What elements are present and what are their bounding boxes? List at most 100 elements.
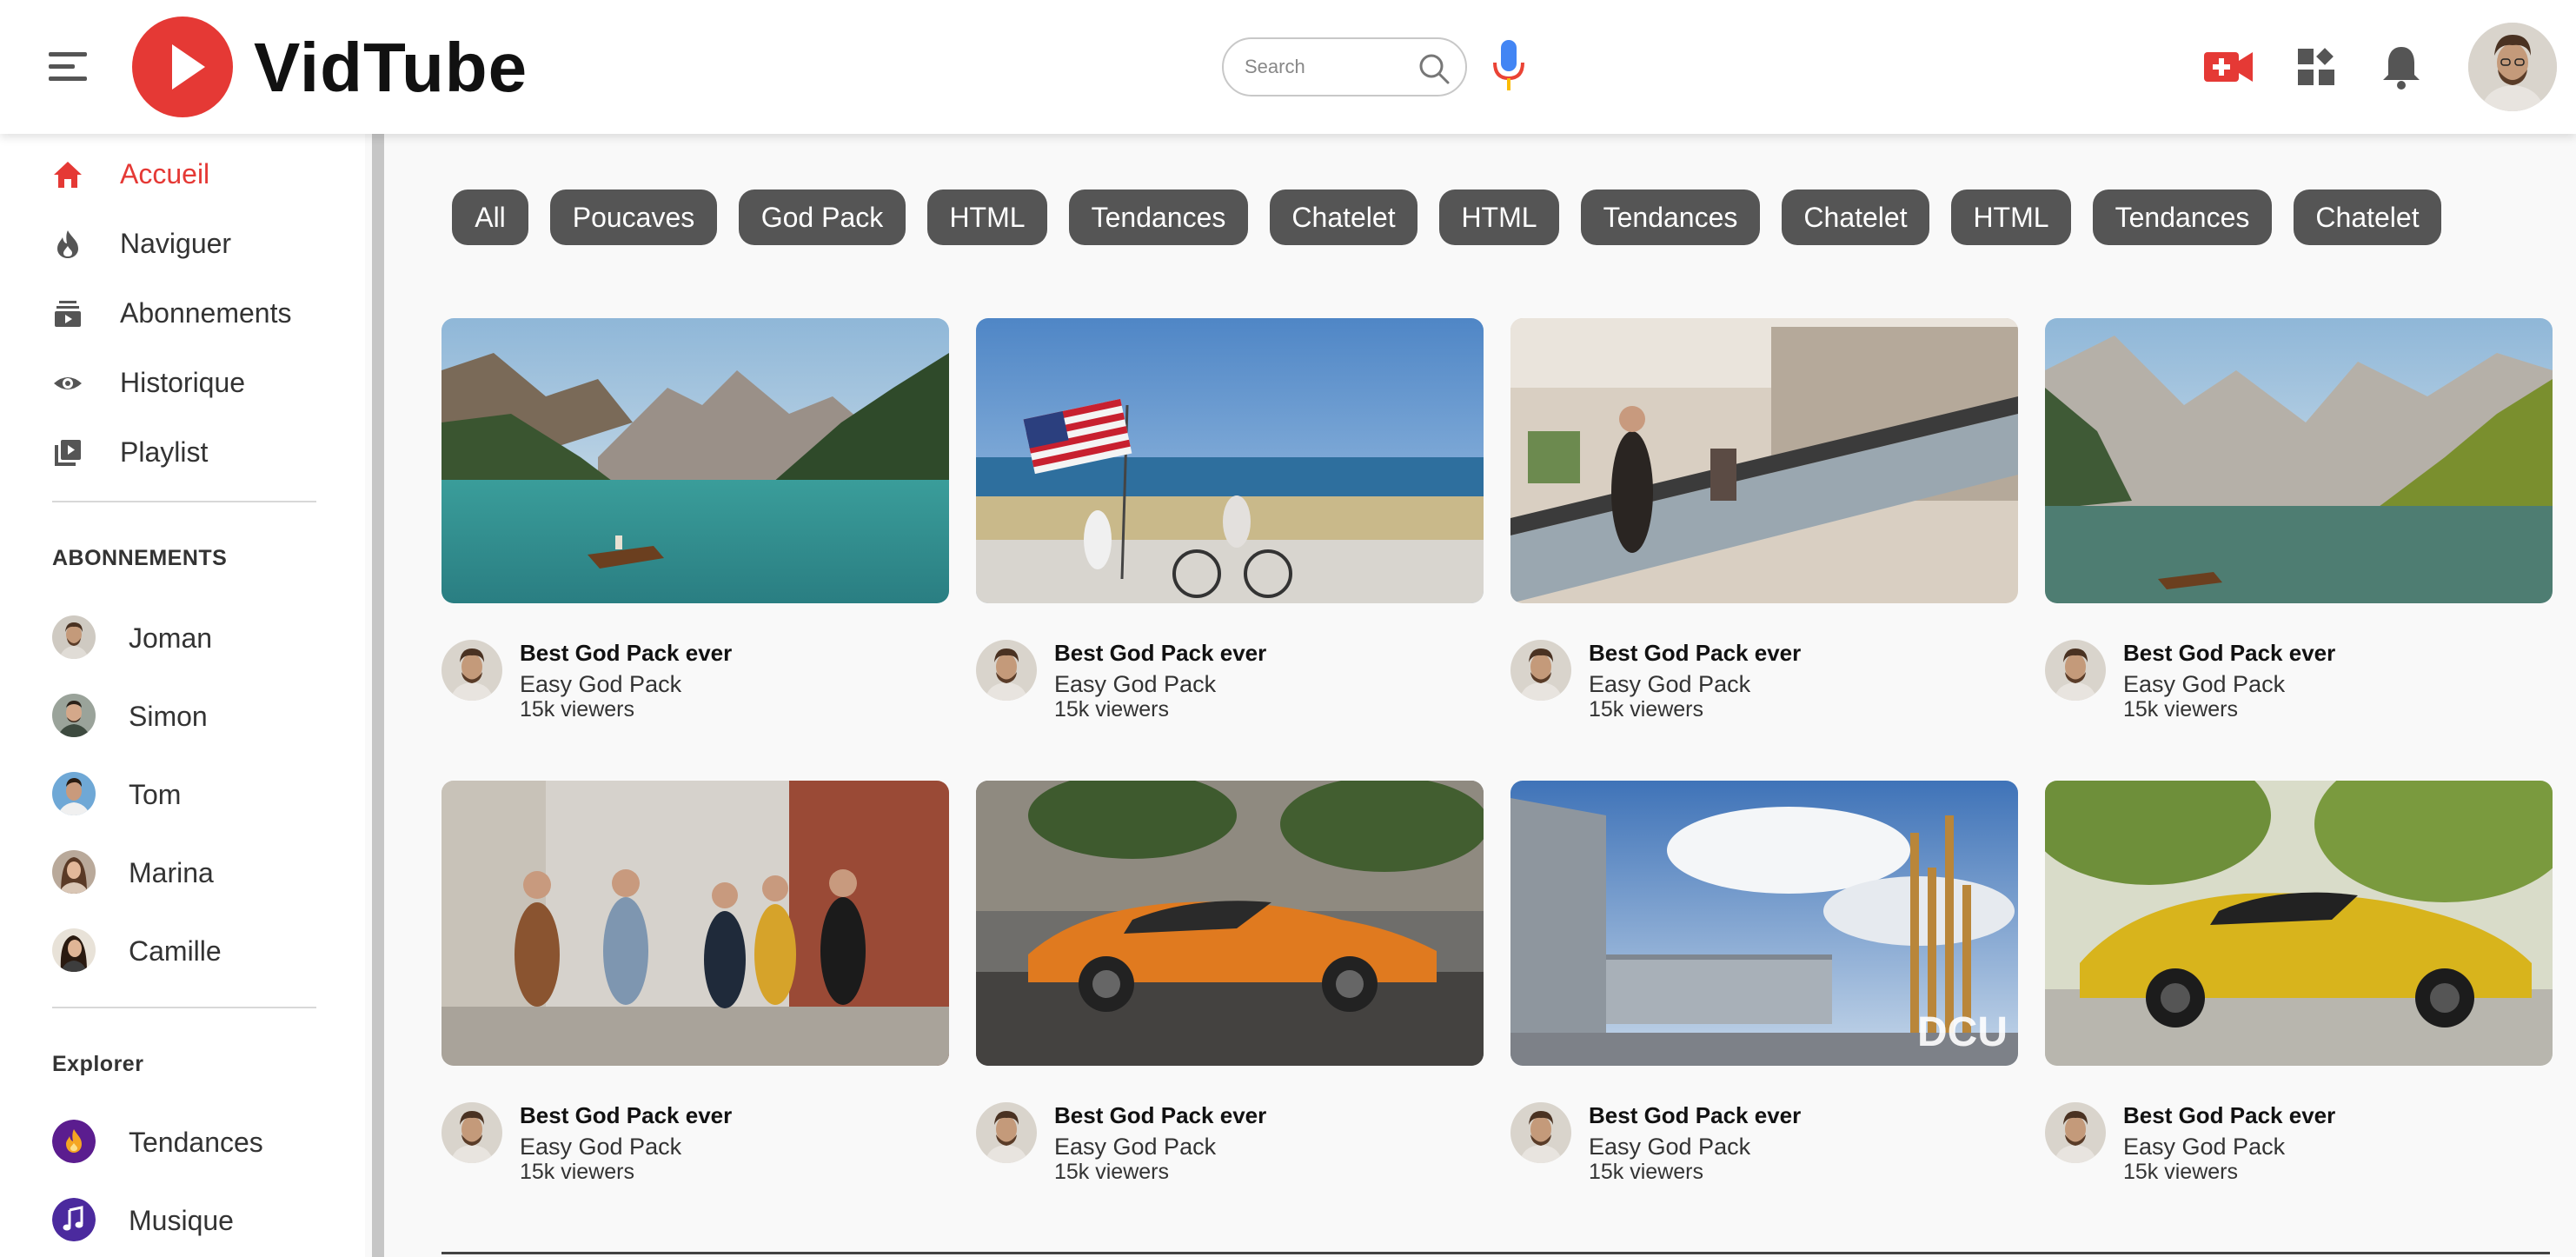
video-channel[interactable]: Easy God Pack [1054, 1134, 1216, 1161]
channel-avatar[interactable] [2045, 1102, 2106, 1163]
video-card[interactable]: DCU Best God Pack ever Easy God Pack 15k… [1510, 781, 2018, 1215]
sidebar-scrollbar[interactable] [372, 134, 384, 1257]
trending-icon [52, 1120, 96, 1163]
channel-avatar [52, 928, 96, 972]
subscriptions-section-title: ABONNEMENTS [52, 546, 228, 570]
video-card[interactable]: Best God Pack ever Easy God Pack 15k vie… [976, 318, 1484, 753]
explore-item-label: Tendances [129, 1127, 263, 1158]
search-icon[interactable] [1417, 51, 1451, 86]
channel-avatar[interactable] [976, 640, 1037, 701]
chip-tendances[interactable]: Tendances [2093, 190, 2272, 245]
video-thumbnail[interactable] [1510, 318, 2018, 603]
subscription-item-joman[interactable]: Joman [0, 603, 365, 673]
sidebar-item-label: Accueil [120, 158, 210, 190]
create-video-icon[interactable] [2204, 49, 2253, 85]
channel-avatar [52, 850, 96, 894]
user-avatar[interactable] [2468, 23, 2557, 111]
video-thumbnail[interactable] [442, 781, 949, 1066]
channel-avatar [52, 615, 96, 659]
video-views: 15k viewers [1589, 1160, 1703, 1184]
channel-avatar[interactable] [1510, 1102, 1571, 1163]
video-title[interactable]: Best God Pack ever [2123, 640, 2335, 667]
video-thumbnail[interactable] [2045, 781, 2553, 1066]
sidebar-item-label: Playlist [120, 436, 209, 468]
video-channel[interactable]: Easy God Pack [1589, 1134, 1750, 1161]
video-channel[interactable]: Easy God Pack [1054, 671, 1216, 698]
sidebar-divider [52, 501, 316, 502]
chip-god-pack[interactable]: God Pack [739, 190, 906, 245]
channel-avatar[interactable] [2045, 640, 2106, 701]
apps-icon[interactable] [2296, 47, 2336, 87]
video-thumbnail[interactable] [442, 318, 949, 603]
explore-section-title: Explorer [52, 1052, 144, 1076]
video-title[interactable]: Best God Pack ever [520, 640, 732, 667]
home-icon [54, 162, 82, 188]
mic-icon[interactable] [1490, 38, 1528, 94]
search-input[interactable] [1245, 51, 1418, 83]
chip-chatelet[interactable]: Chatelet [1782, 190, 1929, 245]
subscription-name: Camille [129, 935, 222, 967]
sidebar-item-accueil[interactable]: Accueil [0, 143, 365, 203]
search-box [1222, 37, 1467, 96]
chip-chatelet[interactable]: Chatelet [2294, 190, 2441, 245]
subscription-item-tom[interactable]: Tom [0, 760, 365, 829]
video-card[interactable]: Best God Pack ever Easy God Pack 15k vie… [442, 318, 949, 753]
video-card[interactable]: Best God Pack ever Easy God Pack 15k vie… [442, 781, 949, 1215]
video-title[interactable]: Best God Pack ever [1589, 1102, 1801, 1129]
chip-all[interactable]: All [452, 190, 528, 245]
app-logo-text[interactable]: VidTube [254, 26, 528, 110]
video-card[interactable]: Best God Pack ever Easy God Pack 15k vie… [1510, 318, 2018, 753]
chip-tendances[interactable]: Tendances [1069, 190, 1248, 245]
video-channel[interactable]: Easy God Pack [520, 1134, 681, 1161]
video-title[interactable]: Best God Pack ever [1054, 640, 1266, 667]
chip-html[interactable]: HTML [1439, 190, 1559, 245]
sidebar-item-tendances[interactable]: Tendances [0, 1107, 365, 1177]
channel-avatar[interactable] [1510, 640, 1571, 701]
video-title[interactable]: Best God Pack ever [520, 1102, 732, 1129]
sidebar-item-musique[interactable]: Musique [0, 1186, 365, 1255]
chip-html[interactable]: HTML [927, 190, 1047, 245]
subscriptions-icon [55, 301, 81, 327]
video-thumbnail[interactable] [976, 318, 1484, 603]
video-card[interactable]: Best God Pack ever Easy God Pack 15k vie… [2045, 781, 2553, 1215]
sidebar-item-historique[interactable]: Historique [0, 351, 365, 412]
video-channel[interactable]: Easy God Pack [520, 671, 681, 698]
sidebar-item-naviguer[interactable]: Naviguer [0, 212, 365, 273]
subscription-item-camille[interactable]: Camille [0, 916, 365, 986]
channel-avatar[interactable] [442, 1102, 502, 1163]
video-title[interactable]: Best God Pack ever [1054, 1102, 1266, 1129]
video-channel[interactable]: Easy God Pack [1589, 671, 1750, 698]
video-channel[interactable]: Easy God Pack [2123, 671, 2285, 698]
chip-html[interactable]: HTML [1951, 190, 2071, 245]
sidebar-item-label: Naviguer [120, 228, 232, 259]
dcu-watermark: DCU [1917, 1009, 2008, 1055]
menu-icon[interactable] [49, 49, 90, 83]
sidebar-item-abonnements[interactable]: Abonnements [0, 282, 365, 343]
eye-icon [54, 377, 82, 389]
video-title[interactable]: Best God Pack ever [1589, 640, 1801, 667]
video-card[interactable]: Best God Pack ever Easy God Pack 15k vie… [976, 781, 1484, 1215]
video-thumbnail[interactable] [976, 781, 1484, 1066]
logo-play-icon[interactable] [132, 17, 233, 117]
video-views: 15k viewers [1054, 1160, 1169, 1184]
playlist-icon [55, 440, 81, 466]
video-card[interactable]: Best God Pack ever Easy God Pack 15k vie… [2045, 318, 2553, 753]
subscription-name: Simon [129, 701, 208, 732]
notification-bell-icon[interactable] [2381, 43, 2421, 90]
fire-icon [57, 230, 78, 258]
chip-tendances[interactable]: Tendances [1581, 190, 1760, 245]
video-channel[interactable]: Easy God Pack [2123, 1134, 2285, 1161]
channel-avatar[interactable] [442, 640, 502, 701]
subscription-item-simon[interactable]: Simon [0, 682, 365, 751]
channel-avatar[interactable] [976, 1102, 1037, 1163]
video-views: 15k viewers [2123, 1160, 2238, 1184]
subscription-name: Tom [129, 779, 182, 810]
subscription-item-marina[interactable]: Marina [0, 838, 365, 908]
sidebar: Accueil Naviguer Abonnements Historique [0, 134, 365, 1257]
chip-chatelet[interactable]: Chatelet [1270, 190, 1417, 245]
video-thumbnail[interactable] [2045, 318, 2553, 603]
sidebar-item-playlist[interactable]: Playlist [0, 421, 365, 482]
sidebar-item-label: Historique [120, 367, 246, 398]
video-title[interactable]: Best God Pack ever [2123, 1102, 2335, 1129]
chip-poucaves[interactable]: Poucaves [550, 190, 717, 245]
